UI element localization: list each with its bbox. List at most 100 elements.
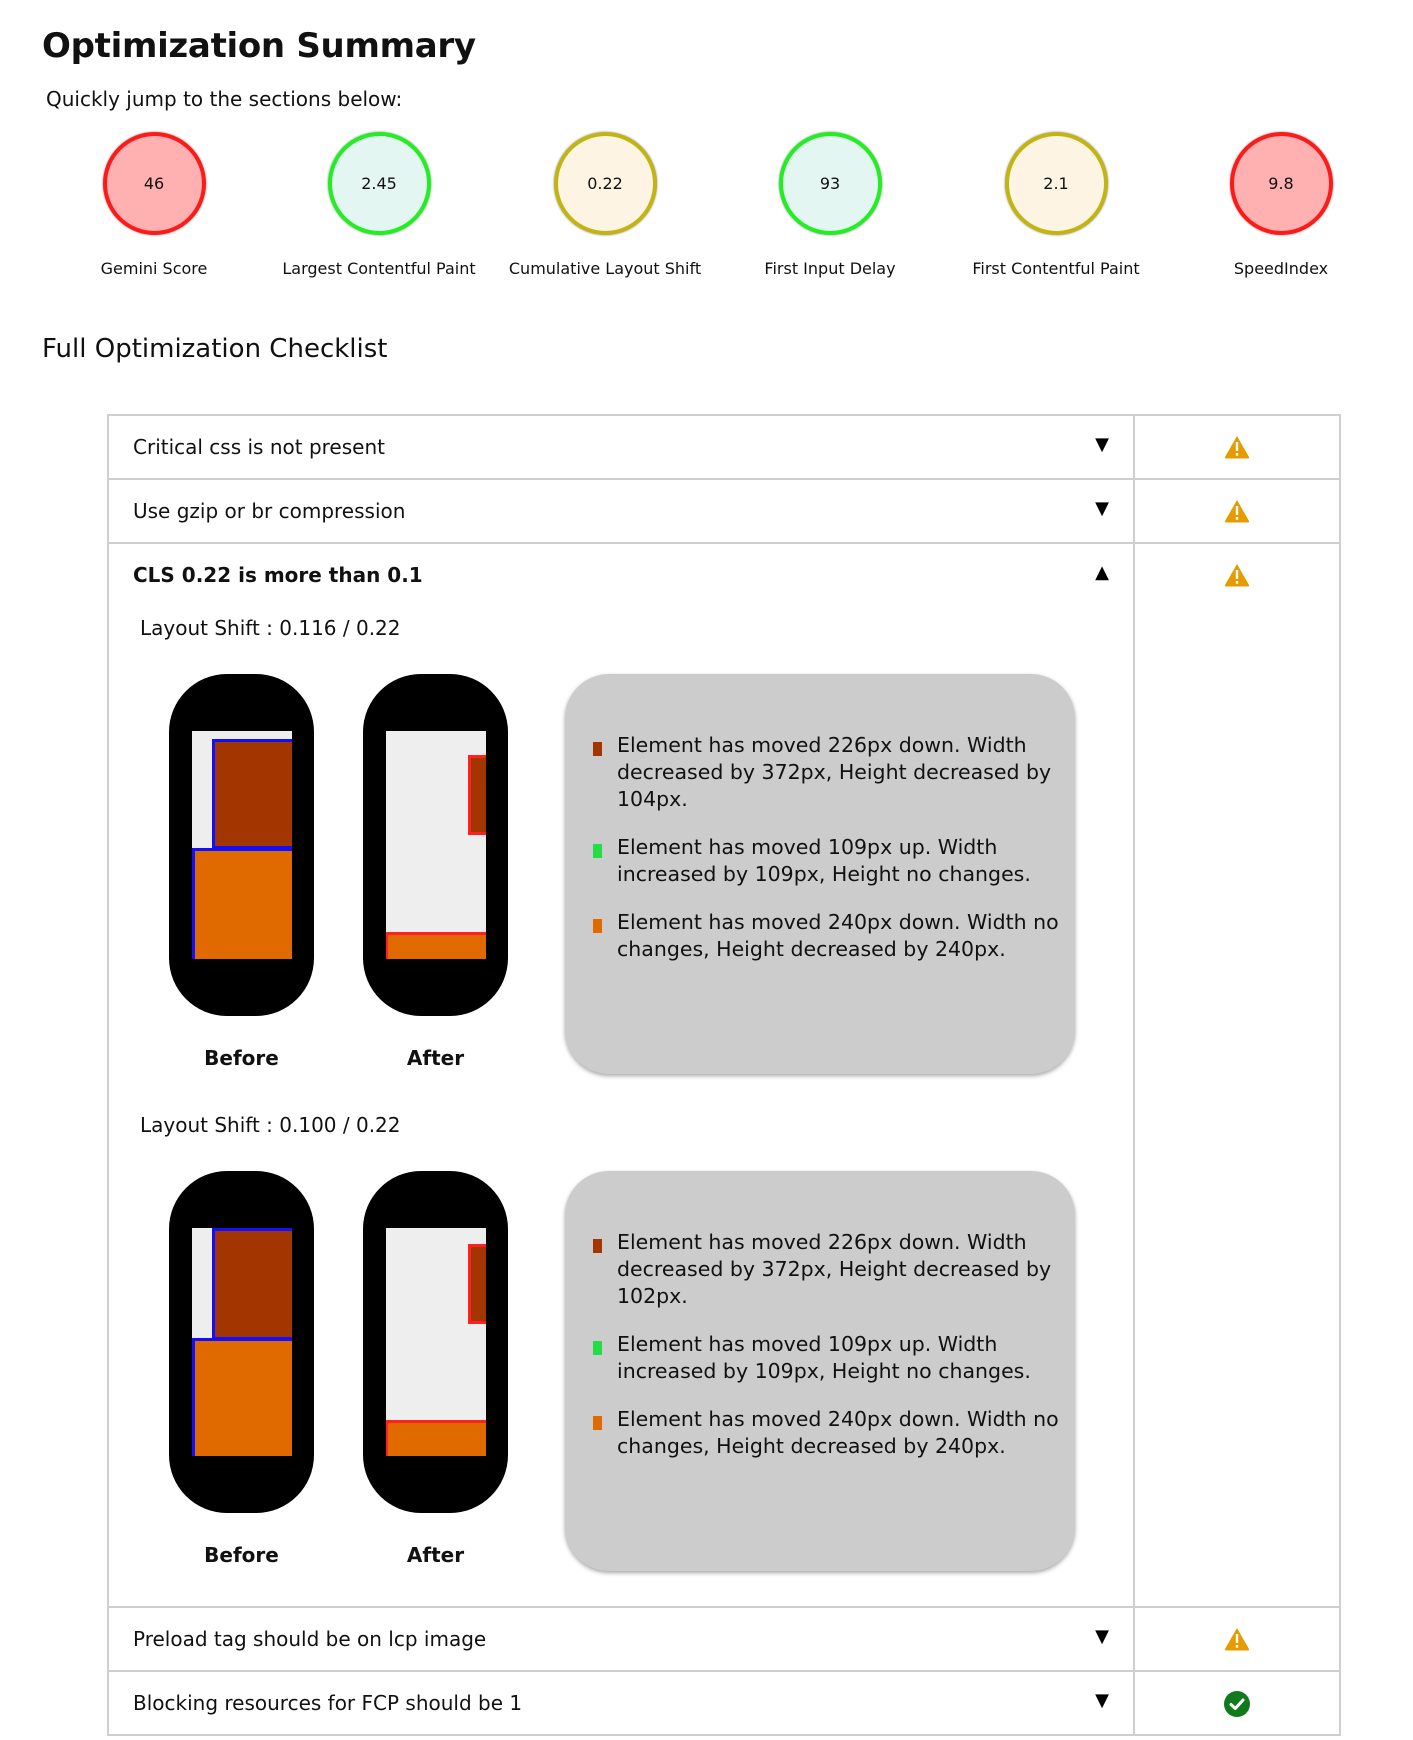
layout-shift-title: Layout Shift : 0.116 / 0.22 <box>140 616 401 640</box>
metric-label: First Input Delay <box>764 259 896 278</box>
metric-lcp[interactable]: 2.45 Largest Contentful Paint <box>264 132 494 278</box>
metric-label: Gemini Score <box>100 259 208 278</box>
shifted-element-dark <box>212 739 292 849</box>
color-swatch-icon <box>593 1239 602 1253</box>
before-screen <box>192 1228 292 1456</box>
metric-label: Cumulative Layout Shift <box>508 259 702 278</box>
metric-circle[interactable]: 46 <box>102 132 206 235</box>
shift-changes-list: Element has moved 226px down. Width decr… <box>593 1229 1061 1481</box>
checklist-row-label: Critical css is not present <box>133 435 385 459</box>
shift-change-text: Element has moved 240px down. Width no c… <box>617 1407 1059 1458</box>
warning-icon <box>1223 562 1251 588</box>
shift-change-text: Element has moved 109px up. Width increa… <box>617 1332 1031 1383</box>
metric-value: 2.45 <box>361 174 397 193</box>
metric-circle[interactable]: 9.8 <box>1229 132 1333 235</box>
shifted-element-orange <box>192 1338 292 1456</box>
metric-value: 2.1 <box>1043 174 1069 193</box>
layout-shift-block: Layout Shift : 0.100 / 0.22 Before After… <box>109 1113 1133 1593</box>
metric-speed-index[interactable]: 9.8 SpeedIndex <box>1166 132 1396 278</box>
after-phone-preview <box>363 674 508 1016</box>
cls-details: Layout Shift : 0.116 / 0.22 Before After… <box>109 606 1133 1606</box>
checklist-row-label: Use gzip or br compression <box>133 499 406 523</box>
jump-instructions: Quickly jump to the sections below: <box>46 87 403 111</box>
metric-value: 0.22 <box>587 174 623 193</box>
checklist-row: Blocking resources for FCP should be 1 ▼ <box>109 1672 1339 1736</box>
before-label: Before <box>204 1046 279 1070</box>
metric-gemini-score[interactable]: 46 Gemini Score <box>39 132 269 278</box>
shift-details-card: Element has moved 226px down. Width decr… <box>565 1171 1075 1571</box>
after-screen <box>386 731 486 959</box>
checklist-row-toggle[interactable]: Critical css is not present ▼ <box>109 416 1133 478</box>
metrics-summary: 46 Gemini Score 2.45 Largest Contentful … <box>0 132 1413 282</box>
chevron-down-icon[interactable]: ▼ <box>1095 498 1109 519</box>
before-label: Before <box>204 1543 279 1567</box>
shift-details-card: Element has moved 226px down. Width decr… <box>565 674 1075 1074</box>
metric-label: Largest Contentful Paint <box>282 259 476 278</box>
after-label: After <box>406 1543 465 1567</box>
shifted-element-orange <box>386 1420 486 1456</box>
before-phone-preview <box>169 674 314 1016</box>
metric-fcp[interactable]: 2.1 First Contentful Paint <box>941 132 1171 278</box>
shift-change-text: Element has moved 109px up. Width increa… <box>617 835 1031 886</box>
checklist-row-toggle[interactable]: CLS 0.22 is more than 0.1 ▲ <box>109 544 1133 606</box>
metric-circle[interactable]: 93 <box>778 132 882 235</box>
warning-icon <box>1223 1626 1251 1652</box>
shift-changes-list: Element has moved 226px down. Width decr… <box>593 732 1061 984</box>
color-swatch-icon <box>593 742 602 756</box>
shifted-element-dark <box>212 1228 292 1340</box>
shift-change-item: Element has moved 226px down. Width decr… <box>593 1229 1061 1310</box>
metric-circle[interactable]: 2.45 <box>327 132 431 235</box>
shifted-element-dark <box>468 755 486 835</box>
shifted-element-orange <box>192 848 292 959</box>
shift-change-item: Element has moved 226px down. Width decr… <box>593 732 1061 813</box>
shift-change-text: Element has moved 240px down. Width no c… <box>617 910 1059 961</box>
color-swatch-icon <box>593 844 602 858</box>
color-swatch-icon <box>593 919 602 933</box>
checklist-row-toggle[interactable]: Preload tag should be on lcp image ▼ <box>109 1608 1133 1670</box>
metric-circle[interactable]: 2.1 <box>1004 132 1108 235</box>
metric-value: 46 <box>143 174 165 193</box>
chevron-down-icon[interactable]: ▼ <box>1095 1690 1109 1711</box>
before-screen <box>192 731 292 959</box>
checklist-row: Preload tag should be on lcp image ▼ <box>109 1608 1339 1672</box>
checklist-row-label: CLS 0.22 is more than 0.1 <box>133 563 423 587</box>
metric-cls[interactable]: 0.22 Cumulative Layout Shift <box>490 132 720 278</box>
checklist-row-label: Preload tag should be on lcp image <box>133 1627 487 1651</box>
metric-label: SpeedIndex <box>1233 259 1329 278</box>
chevron-down-icon[interactable]: ▼ <box>1095 434 1109 455</box>
checklist-row-label: Blocking resources for FCP should be 1 <box>133 1691 523 1715</box>
shifted-element-orange <box>386 932 486 959</box>
checklist-row-toggle[interactable]: Blocking resources for FCP should be 1 ▼ <box>109 1672 1133 1734</box>
after-phone-preview <box>363 1171 508 1513</box>
color-swatch-icon <box>593 1416 602 1430</box>
metric-label: First Contentful Paint <box>972 259 1140 278</box>
checklist-title: Full Optimization Checklist <box>42 334 388 364</box>
before-phone-preview <box>169 1171 314 1513</box>
after-label: After <box>406 1046 465 1070</box>
metric-fid[interactable]: 93 First Input Delay <box>715 132 945 278</box>
shift-change-text: Element has moved 226px down. Width decr… <box>617 733 1052 811</box>
shift-change-item: Element has moved 240px down. Width no c… <box>593 1406 1061 1460</box>
checklist-row-expanded: CLS 0.22 is more than 0.1 ▲ Layout Shift… <box>109 544 1339 1608</box>
chevron-up-icon[interactable]: ▲ <box>1095 562 1109 583</box>
checklist-row: Use gzip or br compression ▼ <box>109 480 1339 544</box>
shifted-element-dark <box>468 1244 486 1324</box>
optimization-checklist: Critical css is not present ▼ Use gzip o… <box>107 414 1341 1736</box>
color-swatch-icon <box>593 1341 602 1355</box>
layout-shift-title: Layout Shift : 0.100 / 0.22 <box>140 1113 401 1137</box>
shift-change-text: Element has moved 226px down. Width decr… <box>617 1230 1052 1308</box>
metric-value: 93 <box>819 174 841 193</box>
metric-value: 9.8 <box>1268 174 1294 193</box>
shift-change-item: Element has moved 109px up. Width increa… <box>593 834 1061 888</box>
shift-change-item: Element has moved 109px up. Width increa… <box>593 1331 1061 1385</box>
checklist-row: Critical css is not present ▼ <box>109 416 1339 480</box>
after-screen <box>386 1228 486 1456</box>
page-title: Optimization Summary <box>42 26 476 66</box>
chevron-down-icon[interactable]: ▼ <box>1095 1626 1109 1647</box>
warning-icon <box>1223 498 1251 524</box>
checklist-row-toggle[interactable]: Use gzip or br compression ▼ <box>109 480 1133 542</box>
layout-shift-block: Layout Shift : 0.116 / 0.22 Before After… <box>109 616 1133 1096</box>
metric-circle[interactable]: 0.22 <box>553 132 657 235</box>
shift-change-item: Element has moved 240px down. Width no c… <box>593 909 1061 963</box>
warning-icon <box>1223 434 1251 460</box>
